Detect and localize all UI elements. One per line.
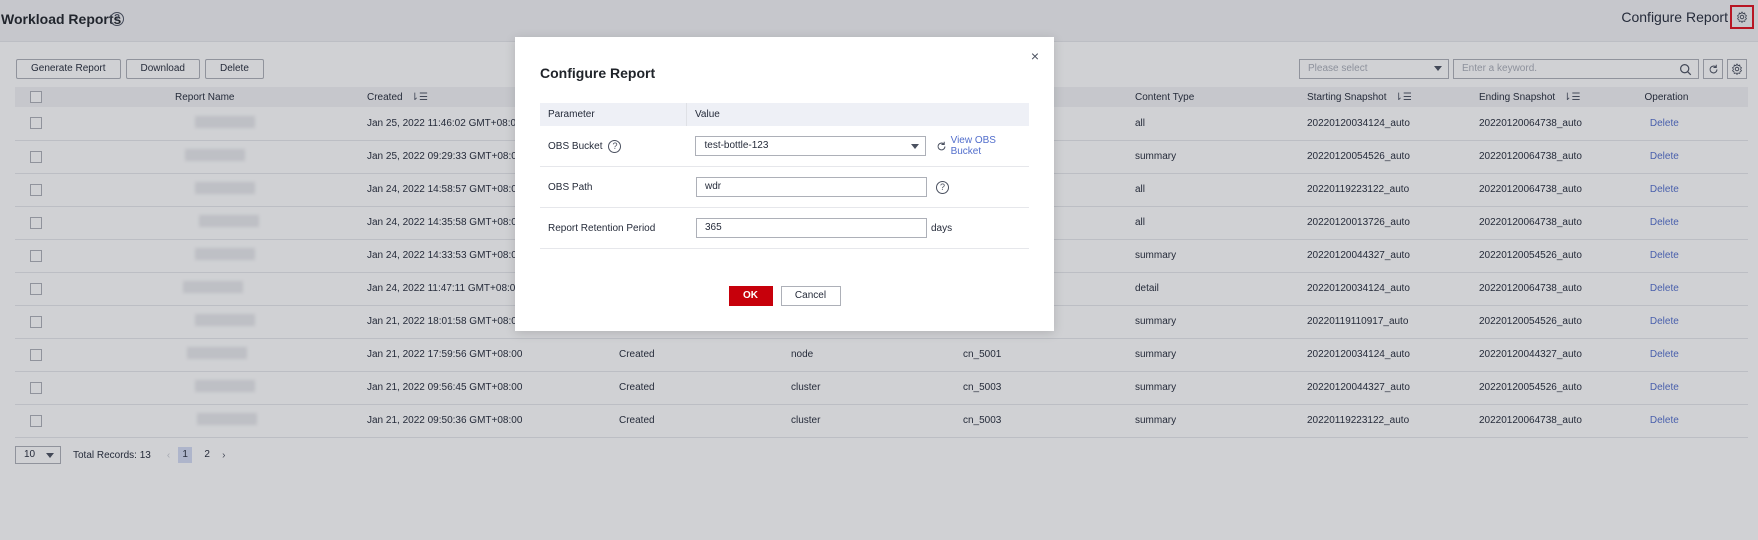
obs-path-label-cell: OBS Path	[540, 182, 687, 193]
obs-bucket-label: OBS Bucket	[548, 140, 603, 152]
obs-path-value-cell: wdr ?	[687, 177, 949, 197]
retention-label: Report Retention Period	[548, 222, 656, 234]
view-obs-bucket-link[interactable]: View OBS Bucket	[936, 135, 1029, 157]
view-obs-bucket-label: View OBS Bucket	[950, 135, 996, 157]
obs-path-row: OBS Path wdr ?	[540, 167, 1029, 208]
col-parameter: Parameter	[540, 103, 687, 126]
dialog-buttons: OK Cancel	[515, 286, 1054, 306]
retention-label-cell: Report Retention Period	[540, 223, 687, 234]
obs-path-input[interactable]: wdr	[696, 177, 927, 197]
help-icon[interactable]: ?	[608, 139, 622, 153]
retention-unit: days	[931, 222, 953, 234]
close-icon[interactable]: ×	[1031, 49, 1039, 63]
chevron-down-icon	[910, 144, 919, 149]
configure-report-dialog: × Configure Report Parameter Value OBS B…	[515, 37, 1054, 331]
col-value: Value	[695, 109, 720, 120]
dialog-title: Configure Report	[540, 65, 656, 81]
config-table-header: Parameter Value	[540, 103, 1029, 126]
refresh-icon[interactable]	[936, 141, 947, 152]
obs-bucket-row: OBS Bucket ? test-bottle-123 View OBS Bu…	[540, 126, 1029, 167]
obs-bucket-value-cell: test-bottle-123 View OBS Bucket	[686, 135, 1029, 157]
obs-bucket-selected: test-bottle-123	[704, 140, 769, 151]
retention-value-cell: 365 days	[687, 218, 952, 238]
config-table: Parameter Value OBS Bucket ? test-bottle…	[540, 103, 1029, 249]
help-icon[interactable]: ?	[936, 180, 949, 194]
ok-button[interactable]: OK	[728, 286, 773, 306]
cancel-button[interactable]: Cancel	[780, 286, 841, 306]
obs-path-label: OBS Path	[548, 181, 593, 193]
workload-reports-page: Workload Reports ? Configure Report Gene…	[0, 0, 1758, 540]
retention-row: Report Retention Period 365 days	[540, 208, 1029, 249]
obs-bucket-label-cell: OBS Bucket ?	[540, 139, 686, 153]
obs-bucket-select[interactable]: test-bottle-123	[695, 136, 926, 156]
retention-input[interactable]: 365	[696, 218, 927, 238]
